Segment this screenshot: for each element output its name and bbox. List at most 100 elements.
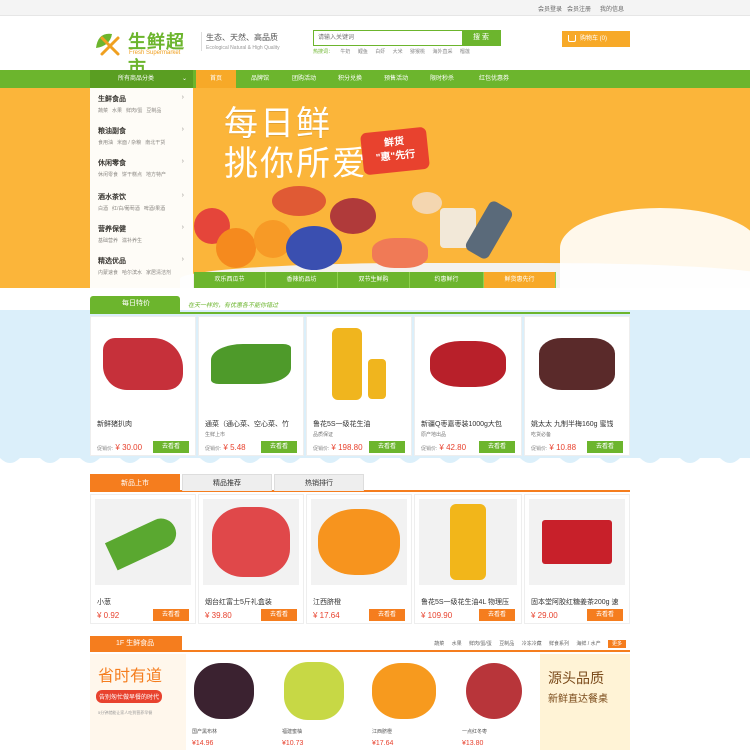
- product-card[interactable]: 通菜（通心菜、空心菜、竹 生鲜上市 促销价: ¥ 5.48 去看看: [198, 316, 304, 456]
- banner-tab[interactable]: 欢乐西瓜节: [194, 272, 266, 288]
- product-card[interactable]: 固本堂阿胶红糖姜茶200g 速 ¥ 29.00 去看看: [524, 494, 630, 624]
- category-sub[interactable]: 饼干糕点: [122, 172, 142, 178]
- floor-product-card[interactable]: 福建蜜柚 ¥10.73: [278, 656, 358, 750]
- view-button[interactable]: 去看看: [369, 609, 405, 621]
- floor-header: 1F 生鲜食品 蔬菜 水果 鲜肉/蛋/蛋 豆制品 冷冻冷藏 鲜食系列 海鲜 / …: [90, 636, 630, 652]
- product-card[interactable]: 小葱 ¥ 0.92 去看看: [90, 494, 196, 624]
- floor-title: 1F 生鲜食品: [90, 636, 182, 652]
- product-card[interactable]: 烟台红富士5斤礼盒装 ¥ 39.80 去看看: [198, 494, 304, 624]
- category-sub[interactable]: 豆制品: [146, 108, 161, 114]
- category-sub[interactable]: 内蒙速食: [98, 270, 118, 276]
- category-sub[interactable]: 白酒: [98, 206, 108, 212]
- search-button[interactable]: 搜 索: [462, 31, 500, 45]
- nav-item-flashsale[interactable]: 限时秒杀: [422, 70, 462, 88]
- nav-item-presale[interactable]: 预售活动: [376, 70, 416, 88]
- login-link[interactable]: 会员登录: [538, 4, 562, 13]
- view-button[interactable]: 去看看: [261, 441, 297, 453]
- cart-button[interactable]: 购物车 (0): [562, 31, 630, 47]
- view-button[interactable]: 去看看: [153, 441, 189, 453]
- floor-links: 蔬菜 水果 鲜肉/蛋/蛋 豆制品 冷冻冷藏 鲜食系列 海鲜 / 水产 更多: [428, 640, 626, 648]
- category-sub[interactable]: 米面 / 杂粮: [117, 140, 141, 146]
- promo-left-title: 省时有道: [98, 666, 163, 685]
- floor-product-card[interactable]: 国产黑布林 ¥14.96: [188, 656, 268, 750]
- floor-link[interactable]: 蔬菜: [434, 641, 444, 647]
- hot-word[interactable]: 大米: [393, 49, 403, 55]
- register-link[interactable]: 会员注册: [567, 4, 591, 13]
- all-categories-button[interactable]: 所有商品分类 ⌄: [90, 70, 193, 88]
- more-button[interactable]: 更多: [607, 640, 626, 648]
- promo-left[interactable]: 省时有道 告别匆忙做早餐的时代 5分钟就能让家人吃到营养早餐: [90, 654, 186, 750]
- category-sub[interactable]: 休闲零食: [98, 172, 118, 178]
- orange-image: [372, 663, 436, 719]
- category-sub[interactable]: 红/白/葡萄酒: [112, 206, 140, 212]
- banner-tab[interactable]: 鲜货惠先行: [484, 272, 556, 288]
- category-group[interactable]: 生鲜食品 › 蔬菜 水果 鲜肉/蛋 豆制品: [98, 94, 188, 114]
- category-sub[interactable]: 鲜肉/蛋: [126, 108, 142, 114]
- hot-word[interactable]: 猕猴桃: [410, 49, 425, 55]
- search-input[interactable]: [314, 31, 462, 45]
- category-sub[interactable]: 蔬菜: [98, 108, 108, 114]
- category-sub[interactable]: 地方特产: [146, 172, 166, 178]
- price-label: 促销价:: [531, 446, 548, 452]
- tab-new[interactable]: 新品上市: [90, 474, 180, 491]
- category-group[interactable]: 粮油副食 › 食用油 米面 / 杂粮 南北干货: [98, 126, 188, 146]
- hot-word[interactable]: 鲤鱼: [358, 49, 368, 55]
- hot-word[interactable]: 海外直采: [432, 49, 452, 55]
- floor-link[interactable]: 水果: [452, 641, 462, 647]
- floor-product-card[interactable]: 一点红冬枣 ¥13.80: [458, 656, 538, 750]
- product-card[interactable]: 新鲜猪扒肉 促销价: ¥ 30.00 去看看: [90, 316, 196, 456]
- category-sub[interactable]: 啤酒/果酒: [144, 206, 165, 212]
- product-price: 促销价: ¥ 5.48: [205, 443, 246, 452]
- view-button[interactable]: 去看看: [587, 609, 623, 621]
- banner-tab[interactable]: 约惠鲜行: [410, 272, 484, 288]
- category-sub[interactable]: 水果: [112, 108, 122, 114]
- account-link[interactable]: 我的信息: [600, 4, 624, 13]
- category-group[interactable]: 休闲零食 › 休闲零食 饼干糕点 地方特产: [98, 158, 188, 178]
- promo-right-sub: 新鲜直达餐桌: [548, 694, 608, 705]
- category-group[interactable]: 营养保健 › 基础营养 滋补养生: [98, 224, 188, 244]
- floor-link[interactable]: 冷冻冷藏: [522, 641, 542, 647]
- nav-item-home[interactable]: 首页: [196, 70, 236, 88]
- product-card[interactable]: 鲁花5S一级花生油4L 物理压 ¥ 109.90 去看看: [414, 494, 522, 624]
- product-card[interactable]: 新疆Q枣嘉枣装1000g大包 原产地出品 促销价: ¥ 42.80 去看看: [414, 316, 522, 456]
- floor-link[interactable]: 鲜肉/蛋/蛋: [469, 641, 492, 647]
- tab-hot[interactable]: 热销排行: [274, 474, 364, 491]
- view-button[interactable]: 去看看: [479, 441, 515, 453]
- promo-right[interactable]: 源头品质 新鲜直达餐桌: [540, 654, 630, 750]
- nav-item-brands[interactable]: 品牌馆: [240, 70, 280, 88]
- category-sub[interactable]: 家居清洁剂: [146, 270, 171, 276]
- banner-tab[interactable]: 香辣奶品坊: [266, 272, 338, 288]
- category-group[interactable]: 精选优品 › 内蒙速食 哈尔滨水 家居清洁剂: [98, 256, 188, 276]
- category-sub[interactable]: 滋补养生: [122, 238, 142, 244]
- hot-word[interactable]: 白虾: [375, 49, 385, 55]
- view-button[interactable]: 去看看: [261, 609, 297, 621]
- banner-subtitle: 挑你所爱: [224, 144, 368, 184]
- category-sub[interactable]: 食用油: [98, 140, 113, 146]
- nav-item-points[interactable]: 积分兑换: [330, 70, 370, 88]
- hot-word[interactable]: 牛奶: [340, 49, 350, 55]
- product-card[interactable]: 姚太太 九制半梅160g 蜜饯 吃货必备 促销价: ¥ 10.88 去看看: [524, 316, 630, 456]
- product-card[interactable]: 江西脐橙 ¥ 17.64 去看看: [306, 494, 412, 624]
- category-group[interactable]: 酒水茶饮 › 白酒 红/白/葡萄酒 啤酒/果酒: [98, 192, 188, 212]
- product-image: [95, 499, 191, 585]
- banner-tab[interactable]: 双节生鲜购: [338, 272, 410, 288]
- hot-word[interactable]: 榴莲: [460, 49, 470, 55]
- floor-link[interactable]: 海鲜 / 水产: [576, 641, 600, 647]
- category-sub[interactable]: 基础营养: [98, 238, 118, 244]
- view-button[interactable]: 去看看: [587, 441, 623, 453]
- nav-item-groupbuy[interactable]: 团购活动: [284, 70, 324, 88]
- tab-recommend[interactable]: 精品推荐: [182, 474, 272, 491]
- floor-link[interactable]: 豆制品: [499, 641, 514, 647]
- product-card[interactable]: 鲁花5S一级花生油 品质保证 促销价: ¥ 198.80 去看看: [306, 316, 412, 456]
- view-button[interactable]: 去看看: [479, 609, 515, 621]
- view-button[interactable]: 去看看: [153, 609, 189, 621]
- floor-product-card[interactable]: 江西脐橙 ¥17.64: [368, 656, 448, 750]
- promo-right-title: 源头品质: [548, 671, 604, 687]
- category-sub[interactable]: 哈尔滨水: [122, 270, 142, 276]
- logo-leaf-icon: [96, 33, 120, 56]
- floor-link[interactable]: 鲜食系列: [549, 641, 569, 647]
- category-sub[interactable]: 南北干货: [145, 140, 165, 146]
- nav-item-coupons[interactable]: 红包优惠券: [468, 70, 520, 88]
- view-button[interactable]: 去看看: [369, 441, 405, 453]
- site-logo[interactable]: 生鲜超市 Fresh Supermarket: [92, 26, 202, 78]
